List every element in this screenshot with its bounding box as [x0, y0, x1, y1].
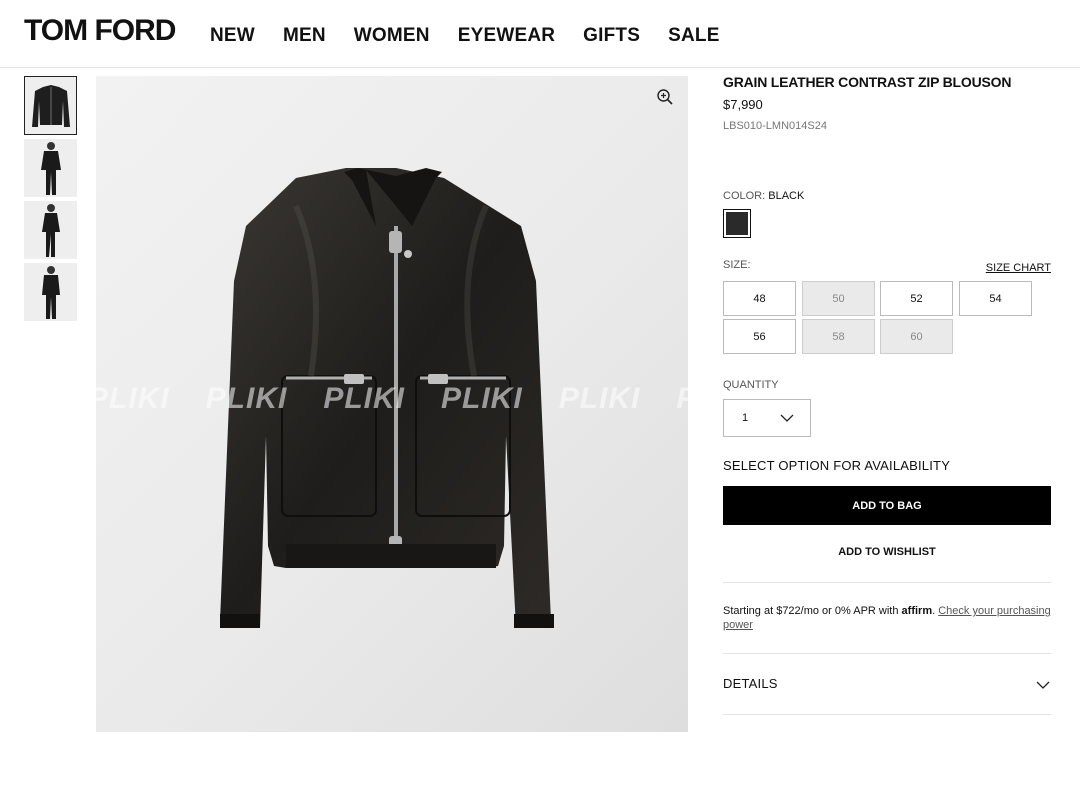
nav-men[interactable]: MEN — [283, 25, 326, 47]
product-info-panel: GRAIN LEATHER CONTRAST ZIP BLOUSON $7,99… — [723, 74, 1051, 715]
size-option-52[interactable]: 52 — [880, 281, 953, 316]
site-header: TOM FORD NEW MEN WOMEN EYEWEAR GIFTS SAL… — [0, 0, 1080, 68]
product-title: GRAIN LEATHER CONTRAST ZIP BLOUSON — [723, 74, 1012, 90]
size-option-50[interactable]: 50 — [802, 281, 875, 316]
thumbnail-model-side[interactable] — [24, 201, 77, 259]
thumbnail-strip — [24, 76, 79, 325]
availability-message: SELECT OPTION FOR AVAILABILITY — [723, 458, 951, 473]
brand-logo[interactable]: TOM FORD — [24, 14, 176, 48]
divider — [723, 653, 1051, 654]
model-thumbnail-image — [41, 266, 60, 319]
size-chart-link[interactable]: SIZE CHART — [986, 262, 1051, 274]
chevron-down-icon[interactable] — [1035, 677, 1051, 693]
add-to-bag-button[interactable]: ADD TO BAG — [723, 486, 1051, 525]
affirm-logo: affirm — [901, 605, 933, 617]
product-sku: LBS010-LMN014S24 — [723, 120, 827, 132]
size-label: SIZE: — [723, 259, 751, 271]
nav-gifts[interactable]: GIFTS — [583, 25, 640, 47]
thumbnail-model-back[interactable] — [24, 263, 77, 321]
size-option-54[interactable]: 54 — [959, 281, 1032, 316]
watermark: PLIKIPLIKIPLIKIPLIKIPLIKIPLIKI — [96, 382, 688, 415]
chevron-down-icon — [780, 414, 794, 422]
zoom-in-icon[interactable] — [656, 88, 674, 106]
divider — [723, 582, 1051, 583]
quantity-label: QUANTITY — [723, 379, 779, 391]
quantity-value: 1 — [742, 412, 749, 424]
thumbnail-jacket-front[interactable] — [24, 76, 77, 135]
model-thumbnail-image — [40, 142, 61, 195]
color-label: COLOR: BLACK — [723, 190, 805, 202]
size-option-48[interactable]: 48 — [723, 281, 796, 316]
nav-new[interactable]: NEW — [210, 25, 255, 47]
size-option-58[interactable]: 58 — [802, 319, 875, 354]
main-nav: NEW MEN WOMEN EYEWEAR GIFTS SALE — [210, 25, 748, 47]
affirm-financing-message: Starting at $722/mo or 0% APR with affir… — [723, 605, 1051, 631]
details-accordion-toggle[interactable]: DETAILS — [723, 676, 778, 691]
nav-eyewear[interactable]: EYEWEAR — [458, 25, 555, 47]
product-price: $7,990 — [723, 97, 763, 112]
add-to-wishlist-button[interactable]: ADD TO WISHLIST — [723, 546, 1051, 558]
size-option-60[interactable]: 60 — [880, 319, 953, 354]
color-swatch-black[interactable] — [723, 209, 751, 238]
nav-sale[interactable]: SALE — [668, 25, 719, 47]
color-value: BLACK — [768, 190, 805, 202]
product-main-image[interactable]: PLIKIPLIKIPLIKIPLIKIPLIKIPLIKI — [96, 76, 688, 732]
size-option-56[interactable]: 56 — [723, 319, 796, 354]
divider — [723, 714, 1051, 715]
model-thumbnail-image — [41, 204, 60, 257]
thumbnail-model-front[interactable] — [24, 139, 77, 197]
jacket-thumbnail-image — [31, 84, 70, 127]
quantity-select[interactable]: 1 — [723, 399, 811, 437]
nav-women[interactable]: WOMEN — [354, 25, 430, 47]
